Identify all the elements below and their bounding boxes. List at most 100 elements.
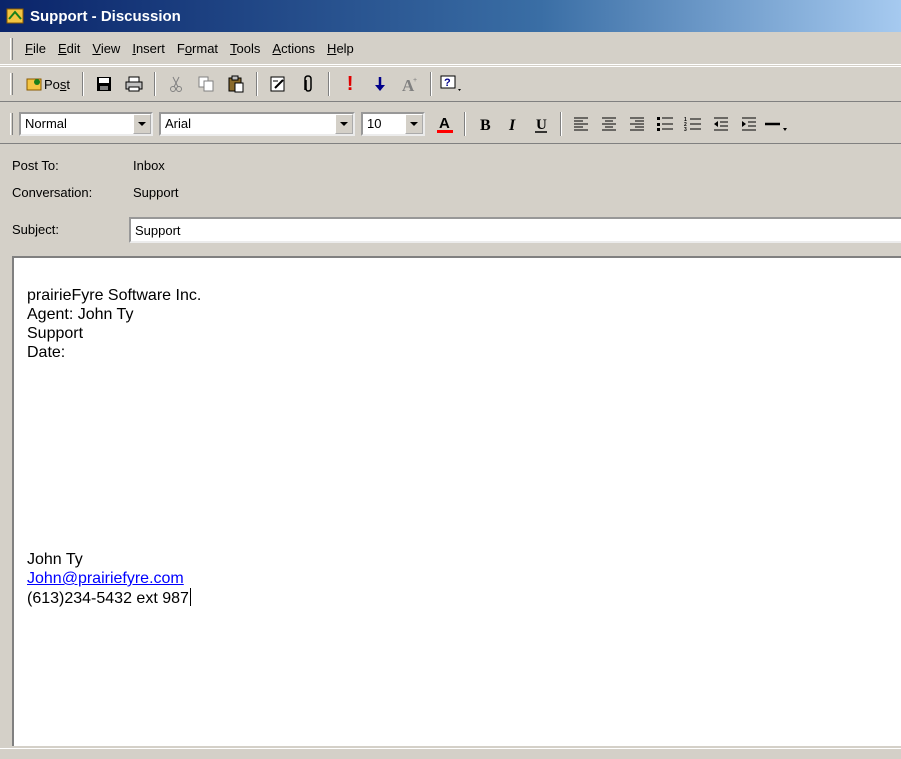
font-color-button[interactable]: A <box>432 111 458 137</box>
italic-button[interactable]: I <box>500 111 526 137</box>
align-left-icon <box>574 117 588 130</box>
subject-input[interactable]: Support <box>129 217 901 243</box>
address-book-button[interactable] <box>265 71 291 97</box>
menu-view[interactable]: View <box>86 39 126 58</box>
post-app-icon <box>6 8 24 24</box>
toolbar-separator <box>464 111 466 136</box>
font-size-select[interactable]: 10 <box>361 111 425 136</box>
toolbar-separator <box>82 72 85 96</box>
post-button[interactable]: Po s t <box>21 71 75 97</box>
align-left-button[interactable] <box>568 111 594 137</box>
copy-button[interactable] <box>193 71 219 97</box>
increase-indent-icon <box>742 117 756 130</box>
cut-button[interactable] <box>163 71 189 97</box>
toolbar-separator <box>328 72 331 96</box>
conversation-value: Support <box>133 185 179 200</box>
chevron-down-icon[interactable] <box>405 113 423 134</box>
menu-edit[interactable]: Edit <box>52 39 86 58</box>
address-book-icon <box>270 76 285 92</box>
bullets-button[interactable] <box>652 111 678 137</box>
signature-email-link[interactable]: John@prairiefyre.com <box>27 569 191 588</box>
toolbar-separator <box>256 72 259 96</box>
low-importance-button[interactable] <box>367 71 393 97</box>
svg-text:I: I <box>508 117 516 133</box>
decrease-indent-button[interactable] <box>708 111 734 137</box>
body-line-company: prairieFyre Software Inc. <box>27 287 202 304</box>
svg-text:3: 3 <box>684 127 687 132</box>
italic-icon: I <box>508 117 516 133</box>
menubar-grip[interactable] <box>10 37 13 60</box>
floppy-disk-icon <box>97 77 112 91</box>
signature-name: John Ty <box>27 551 83 568</box>
body-line-date: Date: <box>27 344 66 361</box>
menu-format[interactable]: Format <box>171 39 224 58</box>
message-body-text: prairieFyre Software Inc. Agent: John Ty… <box>27 286 201 362</box>
status-bar <box>0 748 901 759</box>
toolbar-separator <box>154 72 157 96</box>
chevron-down-icon[interactable] <box>133 113 151 134</box>
down-arrow-icon <box>375 77 386 91</box>
window-title: Support - Discussion <box>30 7 181 25</box>
toolbar-separator <box>430 72 433 96</box>
help-button[interactable]: ? <box>439 71 465 97</box>
font-size-icon: A + <box>402 76 417 93</box>
subject-label: Subject: <box>12 222 59 237</box>
message-body-editor[interactable]: prairieFyre Software Inc. Agent: John Ty… <box>12 256 901 746</box>
toolbar-grip[interactable] <box>10 73 13 95</box>
menu-insert[interactable]: Insert <box>126 39 171 58</box>
format-painter-button[interactable]: A + <box>397 71 423 97</box>
signature-phone-line: (613)234-5432 ext 987 <box>27 588 191 608</box>
bullet-list-icon <box>657 116 673 131</box>
chevron-down-icon[interactable] <box>335 113 353 134</box>
body-line-agent: Agent: John Ty <box>27 306 134 323</box>
align-center-icon <box>602 117 616 130</box>
underline-icon: U <box>535 117 547 133</box>
font-color-icon: A <box>437 115 453 133</box>
svg-text:U: U <box>536 117 547 133</box>
menu-actions[interactable]: Actions <box>266 39 321 58</box>
style-select[interactable]: Normal <box>19 111 153 136</box>
bold-icon: B <box>480 117 491 133</box>
signature-block: John Ty John@prairiefyre.com (613)234-54… <box>27 550 191 608</box>
menu-tools[interactable]: Tools <box>224 39 266 58</box>
text-caret <box>189 588 191 606</box>
horizontal-line-button[interactable] <box>764 111 790 137</box>
menu-help[interactable]: Help <box>321 39 360 58</box>
help-icon: ? <box>440 75 462 91</box>
post-to-value[interactable]: Inbox <box>133 158 165 173</box>
paperclip-icon <box>304 75 312 92</box>
align-center-button[interactable] <box>596 111 622 137</box>
underline-button[interactable]: U <box>528 111 554 137</box>
scissors-icon <box>170 76 183 92</box>
numbering-button[interactable]: 123 <box>680 111 706 137</box>
bold-button[interactable]: B <box>472 111 498 137</box>
toolbar-separator <box>560 111 562 136</box>
save-button[interactable] <box>91 71 117 97</box>
numbered-list-icon: 123 <box>684 117 701 132</box>
increase-indent-button[interactable] <box>736 111 762 137</box>
printer-icon <box>125 76 143 92</box>
copy-icon <box>198 76 214 92</box>
svg-text:?: ? <box>444 77 451 89</box>
attach-file-button[interactable] <box>295 71 321 97</box>
standard-toolbar: Po s t ! A + ? <box>0 66 901 102</box>
high-importance-button[interactable]: ! <box>337 71 363 97</box>
toolbar-grip[interactable] <box>10 112 13 135</box>
title-bar: Support - Discussion <box>0 0 901 32</box>
paste-button[interactable] <box>223 71 249 97</box>
print-button[interactable] <box>121 71 147 97</box>
signature-phone: (613)234-5432 ext 987 <box>27 590 189 607</box>
horizontal-line-icon <box>765 122 787 131</box>
menu-bar: File Edit View Insert Format Tools Actio… <box>0 33 901 65</box>
align-right-icon <box>630 117 644 130</box>
conversation-label: Conversation: <box>12 185 93 200</box>
header-fields: Post To: Inbox Conversation: Support Sub… <box>0 150 901 250</box>
align-right-button[interactable] <box>624 111 650 137</box>
svg-text:A: A <box>439 115 450 132</box>
formatting-toolbar: Normal Arial 10 A B I U 123 <box>0 104 901 144</box>
post-to-label: Post To: <box>12 158 59 173</box>
exclamation-icon: ! <box>346 72 354 95</box>
menu-file[interactable]: File <box>19 39 52 58</box>
post-icon <box>26 78 42 91</box>
font-select[interactable]: Arial <box>159 111 355 136</box>
